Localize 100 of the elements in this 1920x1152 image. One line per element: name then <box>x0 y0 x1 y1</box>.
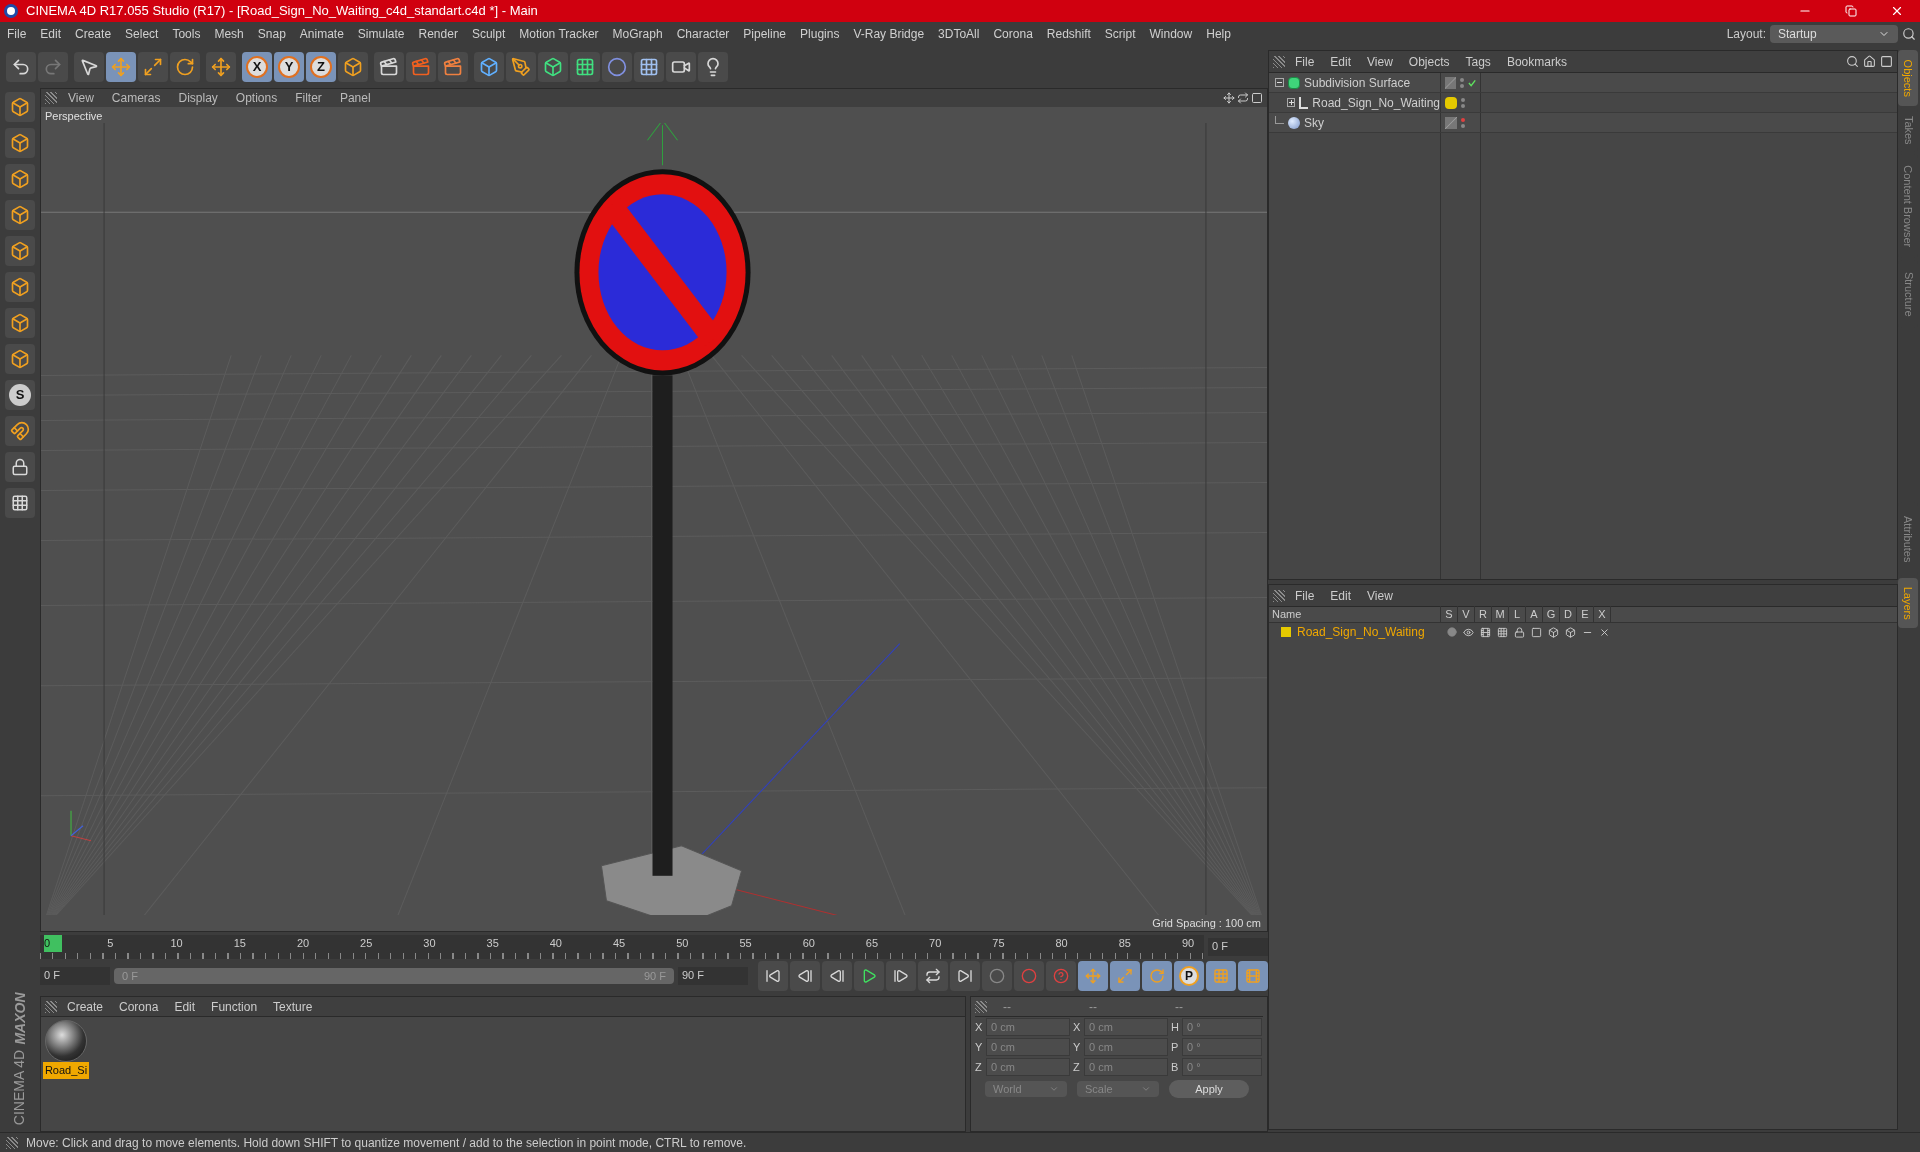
viewport-menu-item[interactable]: View <box>61 89 101 107</box>
search-button[interactable] <box>1846 55 1859 68</box>
layer-menu-item[interactable]: View <box>1361 586 1399 605</box>
menu-item[interactable]: Corona <box>986 25 1040 43</box>
menu-item[interactable]: V-Ray Bridge <box>846 25 932 43</box>
collapse-icon[interactable] <box>1275 78 1284 87</box>
panel-grip-icon[interactable] <box>6 1136 18 1149</box>
object-menu-item[interactable]: Tags <box>1459 52 1497 71</box>
polygons-mode-button[interactable] <box>5 272 35 302</box>
column-header[interactable]: M <box>1492 606 1509 623</box>
menu-item[interactable]: File <box>0 25 34 43</box>
camera-button[interactable] <box>666 52 696 82</box>
previous-frame-button[interactable] <box>822 961 852 991</box>
layer-color-swatch[interactable] <box>1445 96 1457 109</box>
object-name[interactable]: Sky <box>1304 113 1324 132</box>
cube-button[interactable] <box>474 52 504 82</box>
layer-menu-item[interactable]: File <box>1289 586 1321 605</box>
undo-button[interactable] <box>6 52 36 82</box>
coordinate-system-button[interactable] <box>338 52 368 82</box>
transform-tool-button[interactable] <box>206 52 236 82</box>
axis-lock-button[interactable]: Z <box>306 52 336 82</box>
search-button[interactable] <box>1902 27 1916 41</box>
apply-button[interactable]: Apply <box>1169 1080 1249 1098</box>
menu-item[interactable]: Script <box>1097 25 1143 43</box>
menu-item[interactable]: Edit <box>33 25 69 43</box>
viewport-menu-item[interactable]: Options <box>228 89 285 107</box>
points-mode-button[interactable] <box>5 200 35 230</box>
render-settings-button[interactable] <box>438 52 468 82</box>
column-header[interactable]: L <box>1509 606 1526 623</box>
play-button[interactable] <box>854 961 884 991</box>
scale-tool-button[interactable] <box>138 52 168 82</box>
model-mode-button[interactable] <box>5 92 35 122</box>
visibility-dots-icon[interactable] <box>1461 117 1465 128</box>
column-header[interactable]: R <box>1475 606 1492 623</box>
material-menu-item[interactable]: Edit <box>168 997 202 1016</box>
object-menu-item[interactable]: Objects <box>1402 52 1456 71</box>
autokey-button[interactable] <box>1014 961 1044 991</box>
panel-grip-icon[interactable] <box>975 1000 987 1013</box>
column-header[interactable]: E <box>1577 606 1594 623</box>
current-frame-field[interactable]: 0 F <box>1208 938 1268 956</box>
keyframe-selection-button[interactable] <box>1046 961 1076 991</box>
panel-grip-icon[interactable] <box>1273 589 1285 602</box>
lock-button[interactable] <box>5 452 35 482</box>
menu-item[interactable]: MoGraph <box>605 25 670 43</box>
panel-grip-icon[interactable] <box>45 92 57 104</box>
column-header[interactable]: A <box>1526 606 1543 623</box>
select-tool-button[interactable] <box>74 52 104 82</box>
side-tab[interactable]: Objects <box>1898 50 1918 106</box>
object-menu-item[interactable]: File <box>1289 52 1321 71</box>
menu-item[interactable]: Mesh <box>207 25 251 43</box>
viewport-menu-item[interactable]: Filter <box>288 89 329 107</box>
menu-item[interactable]: Redshift <box>1039 25 1098 43</box>
next-key-button[interactable] <box>918 961 948 991</box>
menu-item[interactable]: Simulate <box>350 25 412 43</box>
menu-item[interactable]: Animate <box>292 25 351 43</box>
menu-item[interactable]: Create <box>68 25 119 43</box>
subdivision-button[interactable] <box>538 52 568 82</box>
viewport-menu-item[interactable]: Panel <box>332 89 378 107</box>
menu-item[interactable]: Snap <box>250 25 293 43</box>
layer-color-swatch[interactable] <box>1281 627 1291 637</box>
visibility-dots-icon[interactable] <box>1459 77 1464 88</box>
menu-item[interactable]: Select <box>118 25 166 43</box>
layout-dropdown[interactable]: Startup <box>1770 25 1898 43</box>
menu-item[interactable]: Render <box>411 25 465 43</box>
viewport-menu-item[interactable]: Cameras <box>104 89 168 107</box>
home-button[interactable] <box>1863 55 1876 68</box>
axis-lock-button[interactable]: X <box>242 52 272 82</box>
magnet-button[interactable] <box>5 416 35 446</box>
menu-item[interactable]: Tools <box>165 25 208 43</box>
pen-button[interactable] <box>506 52 536 82</box>
rotate-tool-button[interactable] <box>170 52 200 82</box>
key-parameter-button[interactable]: P <box>1174 961 1204 991</box>
material-menu-item[interactable]: Corona <box>113 997 165 1016</box>
deformer-button[interactable] <box>602 52 632 82</box>
render-view-button[interactable] <box>374 52 404 82</box>
object-menu-item[interactable]: View <box>1361 52 1399 71</box>
menu-item[interactable]: Character <box>669 25 737 43</box>
start-frame-field[interactable]: 0 F <box>40 967 110 985</box>
menu-item[interactable]: Plugins <box>793 25 847 43</box>
layer-menu-item[interactable]: Edit <box>1324 586 1358 605</box>
expand-icon[interactable] <box>1287 98 1296 107</box>
object-menu-item[interactable]: Edit <box>1324 52 1358 71</box>
visibility-dots-icon[interactable] <box>1461 97 1465 108</box>
object-name[interactable]: Road_Sign_No_Waiting <box>1312 93 1440 112</box>
panel-grip-icon[interactable] <box>45 1000 57 1013</box>
texture-mode-button[interactable] <box>5 128 35 158</box>
material-menu-item[interactable]: Create <box>61 997 110 1016</box>
solo-button[interactable]: S <box>5 380 35 410</box>
render-picture-button[interactable] <box>406 52 436 82</box>
layer-name[interactable]: Road_Sign_No_Waiting <box>1297 623 1425 641</box>
column-header[interactable]: Name <box>1269 606 1441 623</box>
column-header[interactable]: S <box>1441 606 1458 623</box>
material-menu-item[interactable]: Function <box>205 997 264 1016</box>
column-header[interactable]: X <box>1594 606 1611 623</box>
menu-item[interactable]: 3DToAll <box>931 25 987 43</box>
grid-snap-button[interactable] <box>5 488 35 518</box>
end-frame-field[interactable]: 90 F <box>678 967 748 985</box>
timeline-ruler[interactable]: 0 5 10 15 20 25 30 35 40 45 50 55 60 65 70 75 80 85 90 <box>40 935 1204 959</box>
side-tab[interactable]: Layers <box>1898 578 1918 628</box>
menu-item[interactable]: Pipeline <box>736 25 794 43</box>
